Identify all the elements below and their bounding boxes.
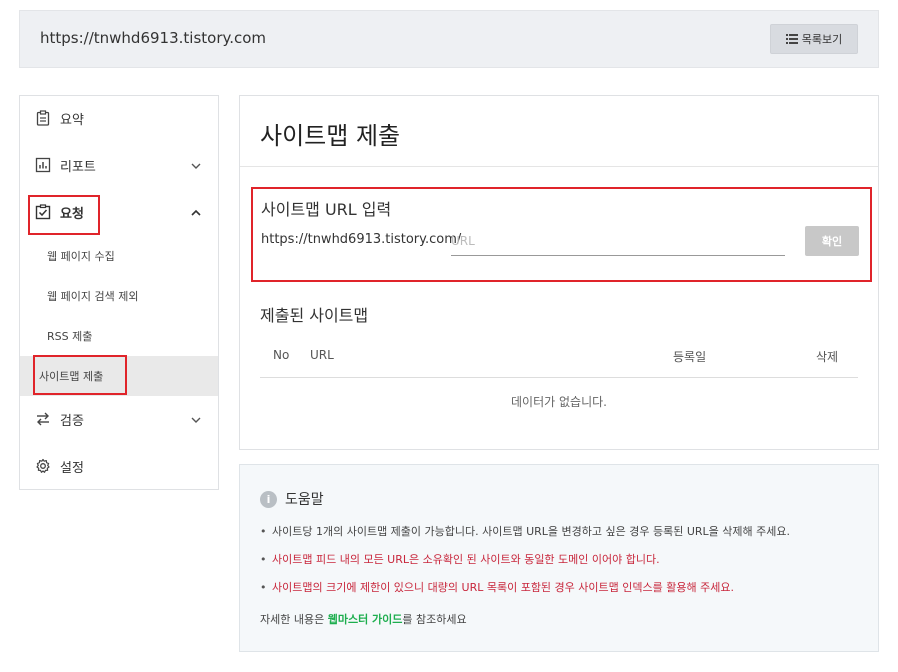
- sitemap-url-input-section: 사이트맵 URL 입력 https://tnwhd6913.tistory.co…: [251, 187, 872, 282]
- sidebar-subitem-label: 사이트맵 제출: [39, 370, 104, 383]
- sidebar-subitem-webpage-exclude[interactable]: 웹 페이지 검색 제외: [20, 276, 218, 316]
- swap-arrows-icon: [35, 411, 51, 427]
- chevron-down-icon: [191, 160, 201, 170]
- help-footer-suffix: 를 참조하세요: [402, 613, 467, 626]
- confirm-button[interactable]: 확인: [805, 226, 859, 256]
- sidebar-item-label: 요청: [60, 206, 84, 222]
- empty-table-message: 데이터가 없습니다.: [511, 395, 607, 409]
- help-item-warning: 사이트맵 피드 내의 모든 URL은 소유확인 된 사이트와 동일한 도메인 이…: [260, 553, 790, 581]
- help-list: 사이트당 1개의 사이트맵 제출이 가능합니다. 사이트맵 URL을 변경하고 …: [260, 525, 790, 609]
- site-url: https://tnwhd6913.tistory.com: [40, 29, 267, 47]
- webmaster-guide-link[interactable]: 웹마스터 가이드: [328, 613, 403, 626]
- sidebar-subitem-label: 웹 페이지 수집: [47, 250, 115, 263]
- help-title: i 도움말: [260, 489, 324, 509]
- page-title: 사이트맵 제출: [260, 122, 401, 150]
- sidebar-item-label: 요약: [60, 112, 84, 128]
- gear-icon: [35, 458, 51, 474]
- sidebar-subitem-webpage-collect[interactable]: 웹 페이지 수집: [20, 236, 218, 276]
- site-header-bar: https://tnwhd6913.tistory.com 목록보기: [19, 10, 879, 68]
- sidebar-subitem-rss-submit[interactable]: RSS 제출: [20, 316, 218, 356]
- list-view-button[interactable]: 목록보기: [770, 24, 858, 54]
- list-icon: [785, 34, 798, 44]
- sidebar-item-request[interactable]: 요청: [20, 192, 218, 232]
- clipboard-icon: [35, 110, 51, 126]
- sidebar-subitem-sitemap-submit[interactable]: 사이트맵 제출: [20, 356, 218, 396]
- sidebar-subitem-label: 웹 페이지 검색 제외: [47, 290, 139, 303]
- divider: [240, 166, 878, 167]
- column-header-no: No: [273, 348, 290, 362]
- sidebar-item-summary[interactable]: 요약: [20, 98, 218, 138]
- sidebar-item-verify[interactable]: 검증: [20, 399, 218, 439]
- chevron-down-icon: [191, 414, 201, 424]
- sidebar-subitem-label: RSS 제출: [47, 330, 93, 343]
- chevron-up-icon: [191, 207, 201, 217]
- bar-chart-icon: [35, 157, 51, 173]
- sitemap-submit-panel: 사이트맵 제출 사이트맵 URL 입력 https://tnwhd6913.ti…: [239, 95, 879, 450]
- sitemap-url-input[interactable]: [451, 226, 785, 256]
- column-header-delete: 삭제: [816, 350, 839, 364]
- sidebar-item-settings[interactable]: 설정: [20, 446, 218, 486]
- help-panel: i 도움말 사이트당 1개의 사이트맵 제출이 가능합니다. 사이트맵 URL을…: [239, 464, 879, 652]
- sidebar-item-label: 설정: [60, 460, 84, 476]
- submitted-sitemaps-table-header: No URL 등록일 삭제: [260, 346, 858, 378]
- help-footer-prefix: 자세한 내용은: [260, 613, 328, 626]
- help-title-label: 도움말: [285, 492, 324, 508]
- help-footer: 자세한 내용은 웹마스터 가이드를 참조하세요: [260, 611, 467, 627]
- sidebar: 요약 리포트 요청 웹 페이지 수집 웹 페이지 검색 제외 RSS 제출 사이…: [19, 95, 219, 490]
- sitemap-url-section-title: 사이트맵 URL 입력: [261, 200, 392, 219]
- sitemap-url-prefix: https://tnwhd6913.tistory.com/: [261, 232, 462, 247]
- column-header-date: 등록일: [673, 350, 707, 364]
- column-header-url: URL: [310, 348, 334, 362]
- sidebar-item-label: 검증: [60, 413, 84, 429]
- help-item-warning: 사이트맵의 크기에 제한이 있으니 대량의 URL 목록이 포함된 경우 사이트…: [260, 581, 790, 609]
- checkbox-icon: [35, 204, 51, 220]
- sidebar-item-report[interactable]: 리포트: [20, 145, 218, 185]
- info-icon: i: [260, 490, 277, 508]
- submitted-sitemaps-title: 제출된 사이트맵: [260, 306, 369, 325]
- list-view-label: 목록보기: [801, 33, 843, 46]
- sidebar-item-label: 리포트: [60, 159, 96, 175]
- help-item: 사이트당 1개의 사이트맵 제출이 가능합니다. 사이트맵 URL을 변경하고 …: [260, 525, 790, 553]
